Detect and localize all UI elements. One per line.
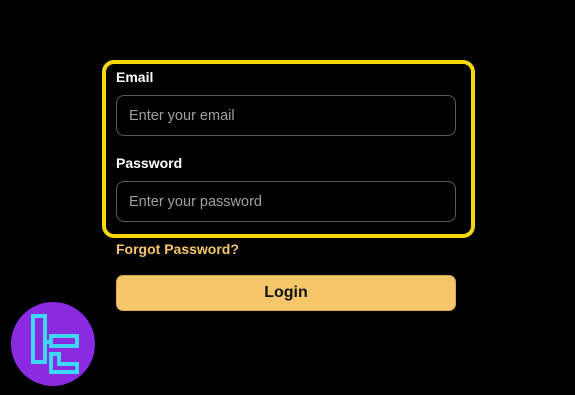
email-field[interactable]	[116, 95, 456, 136]
logo-glyph	[31, 314, 79, 374]
tradingfinder-logo-icon	[11, 302, 95, 386]
login-button[interactable]: Login	[116, 275, 456, 311]
password-label: Password	[116, 155, 183, 171]
email-label: Email	[116, 69, 154, 85]
password-field[interactable]	[116, 181, 456, 222]
forgot-password-link[interactable]: Forgot Password?	[116, 241, 239, 257]
login-page: Email Password Forgot Password? Login	[0, 0, 575, 395]
